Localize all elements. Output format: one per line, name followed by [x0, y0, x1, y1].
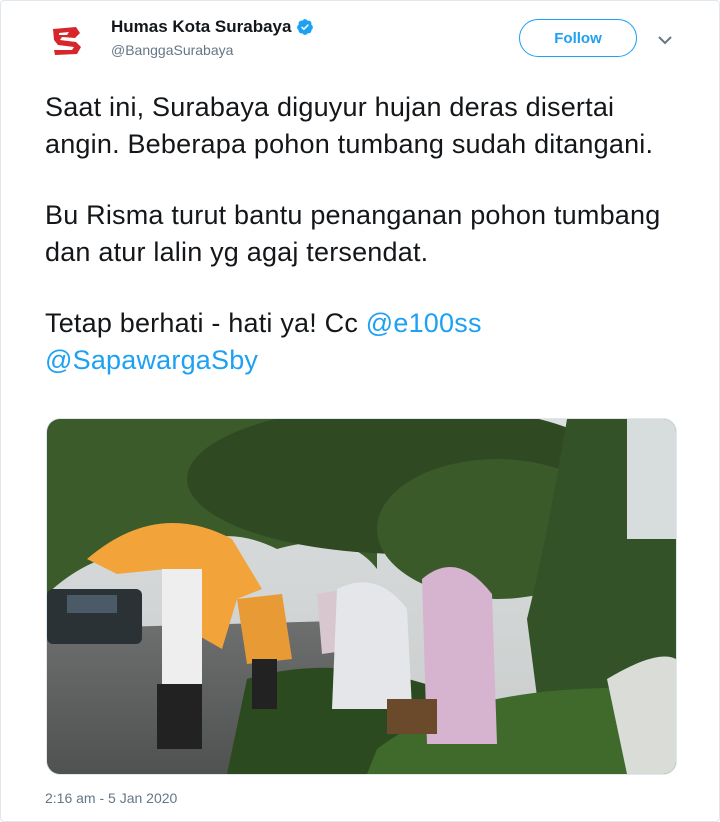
- verified-badge-icon: [296, 18, 314, 36]
- account-info: Humas Kota Surabaya @BanggaSurabaya: [111, 17, 314, 58]
- display-name[interactable]: Humas Kota Surabaya: [111, 17, 291, 37]
- tweet-paragraph-3-text: Tetap berhati - hati ya! Cc: [45, 308, 366, 338]
- tweet-media-image[interactable]: [46, 418, 677, 775]
- tweet-paragraph-1: Saat ini, Surabaya diguyur hujan deras d…: [45, 92, 654, 159]
- avatar[interactable]: [45, 19, 89, 63]
- follow-button[interactable]: Follow: [519, 19, 637, 57]
- tweet-paragraph-2: Bu Risma turut bantu penanganan pohon tu…: [45, 200, 661, 267]
- tweet-card: Humas Kota Surabaya @BanggaSurabaya Foll…: [0, 0, 720, 822]
- account-handle[interactable]: @BanggaSurabaya: [111, 42, 314, 58]
- mention-link-sapawargasby[interactable]: @SapawargaSby: [45, 345, 258, 375]
- chevron-down-icon[interactable]: [656, 31, 674, 49]
- surabaya-logo-icon: [53, 27, 81, 55]
- tweet-paragraph-3: Tetap berhati - hati ya! Cc @e100ss @Sap…: [45, 305, 675, 379]
- tweet-text: Saat ini, Surabaya diguyur hujan deras d…: [45, 89, 675, 413]
- mention-link-e100ss[interactable]: @e100ss: [366, 308, 482, 338]
- tweet-timestamp[interactable]: 2:16 am - 5 Jan 2020: [45, 790, 177, 806]
